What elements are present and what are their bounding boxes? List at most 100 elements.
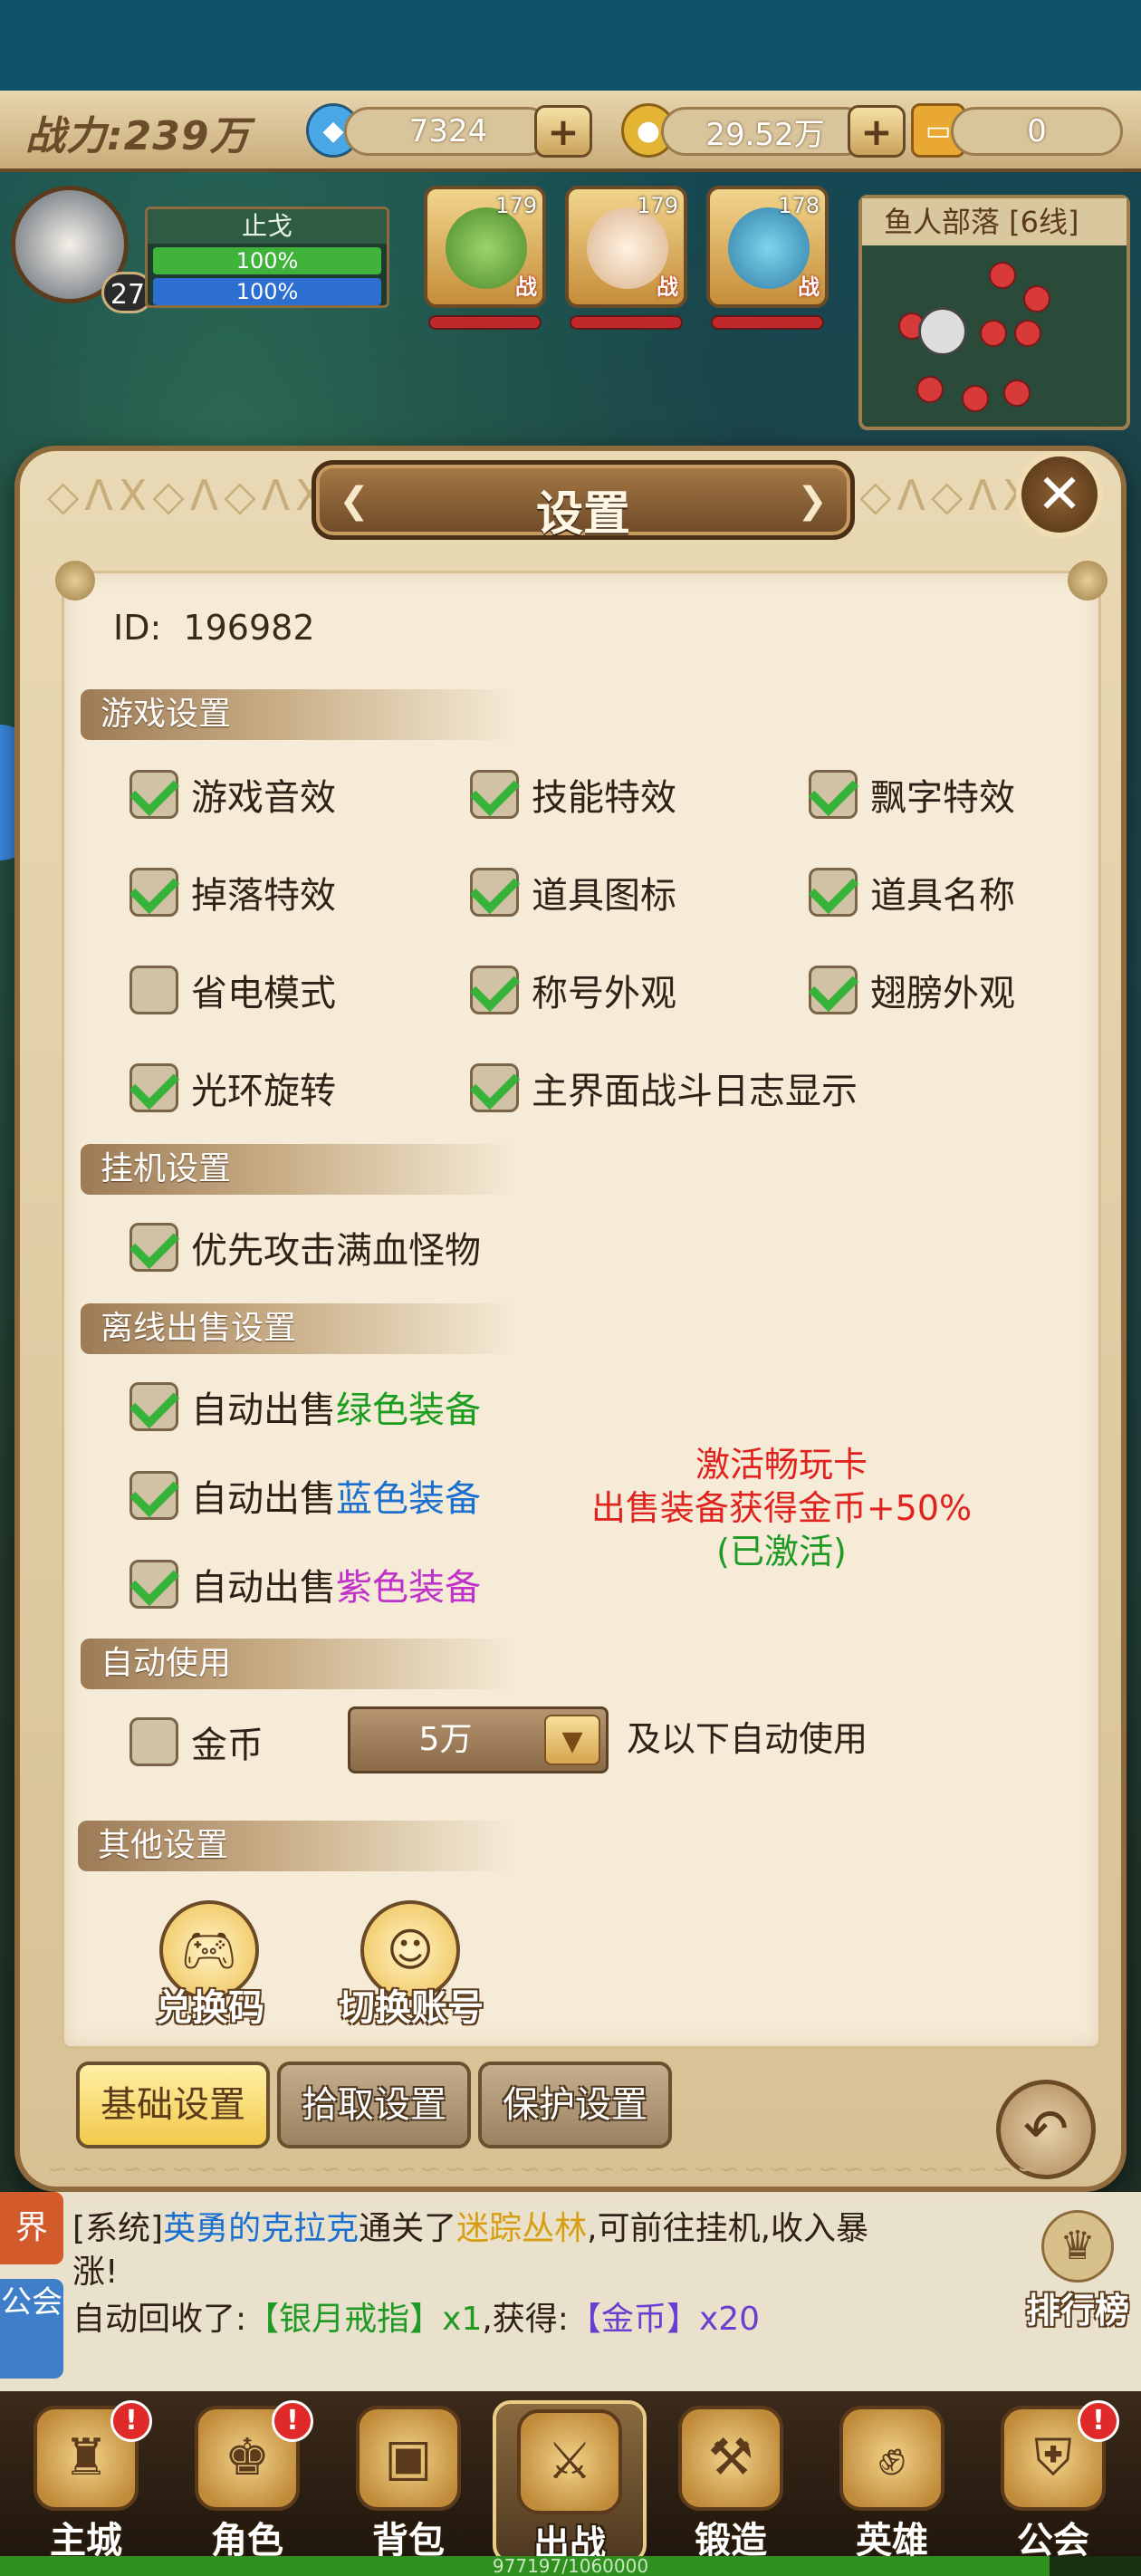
checkbox[interactable]	[129, 1063, 178, 1112]
leaderboard-button[interactable]: ♛ 排行榜	[1023, 2210, 1132, 2346]
option-drop-effect[interactable]: 掉落特效	[129, 865, 336, 919]
checkbox[interactable]	[129, 868, 178, 917]
option-sell-blue[interactable]: 自动出售蓝色装备	[129, 1468, 481, 1523]
option-label: 掉落特效	[191, 875, 336, 917]
hero-level: 178	[778, 193, 820, 218]
enemy-marker	[962, 385, 989, 412]
backpack-icon: ▣	[356, 2406, 461, 2511]
tab-protection-settings[interactable]: 保护设置	[478, 2062, 672, 2148]
id-value: 196982	[183, 608, 315, 648]
option-float-text-effect[interactable]: 飘字特效	[809, 767, 1015, 822]
promo-line-1: 激活畅玩卡	[695, 1445, 868, 1485]
chat-tab-world[interactable]: 界	[0, 2192, 63, 2264]
nav-guild[interactable]: ⛨ 公会 !	[976, 2400, 1130, 2563]
alert-badge: !	[1078, 2400, 1119, 2442]
option-label: 翅膀外观	[870, 973, 1015, 1014]
option-skill-effect[interactable]: 技能特效	[470, 767, 676, 822]
checkbox[interactable]	[470, 770, 519, 819]
hero-card-3[interactable]: 178 战	[706, 186, 829, 308]
return-arrow-icon: ↶	[1022, 2098, 1069, 2161]
option-halo-rotation[interactable]: 光环旋转	[129, 1061, 336, 1115]
gamepad-icon: 🎮︎	[180, 1923, 238, 1976]
chevron-down-icon[interactable]: ▼	[544, 1715, 600, 1765]
option-label: 主界面战斗日志显示	[532, 1071, 858, 1112]
checkbox[interactable]	[129, 1560, 178, 1609]
option-label: 自动出售绿色装备	[191, 1389, 481, 1431]
checkbox[interactable]	[470, 868, 519, 917]
gold-threshold-select[interactable]: 5万 ▼	[348, 1706, 609, 1773]
checkbox[interactable]	[129, 1382, 178, 1431]
chat-tab-guild[interactable]: 公会	[0, 2279, 63, 2379]
option-label: 游戏音效	[191, 777, 336, 819]
option-label: 自动出售紫色装备	[191, 1567, 481, 1609]
option-item-icon[interactable]: 道具图标	[470, 865, 676, 919]
tab-pickup-settings[interactable]: 拾取设置	[277, 2062, 471, 2148]
nav-character[interactable]: ♚ 角色 !	[170, 2400, 324, 2563]
checkbox[interactable]	[809, 966, 858, 1014]
tab-basic-settings[interactable]: 基础设置	[76, 2062, 270, 2148]
checkbox[interactable]	[129, 770, 178, 819]
close-button[interactable]: ✕	[1016, 451, 1103, 538]
nav-main-city[interactable]: ♜ 主城 !	[9, 2400, 163, 2563]
minimap[interactable]: 鱼人部落 [6线]	[858, 195, 1130, 430]
checkbox[interactable]	[809, 868, 858, 917]
player-name: 止戈	[148, 209, 387, 244]
checkbox[interactable]	[470, 966, 519, 1014]
hero-card-1[interactable]: 179 战	[424, 186, 546, 308]
dialog-title: 设置	[535, 487, 630, 542]
option-attack-full-hp[interactable]: 优先攻击满血怪物	[129, 1220, 481, 1274]
experience-text: 977197/1060000	[492, 2555, 649, 2576]
promo-line-2: 出售装备获得金币+50%	[590, 1488, 973, 1528]
pin-icon	[1068, 561, 1107, 601]
hero-hp-bar	[428, 315, 542, 330]
combat-power: 战力:239万	[25, 113, 251, 159]
option-battle-log[interactable]: 主界面战斗日志显示	[470, 1061, 858, 1115]
checkbox[interactable]	[129, 1717, 178, 1766]
option-power-saving[interactable]: 省电模式	[129, 963, 336, 1017]
nav-battle[interactable]: ⚔ 出战	[493, 2400, 647, 2565]
option-sell-green[interactable]: 自动出售绿色装备	[129, 1379, 481, 1434]
hp-text: 100%	[235, 248, 299, 274]
option-item-name[interactable]: 道具名称	[809, 865, 1015, 919]
option-label: 称号外观	[532, 973, 676, 1014]
chat-message-2: 自动回收了:【银月戒指】x1,获得:【金币】x20	[72, 2301, 761, 2338]
select-value: 5万	[418, 1721, 473, 1758]
hero-tag: 战	[798, 274, 820, 300]
crossed-swords-icon: ⚔	[517, 2409, 622, 2514]
auto-use-suffix: 及以下自动使用	[627, 1719, 868, 1759]
player-status-panel: 止戈 100% 100%	[145, 207, 389, 308]
checkbox[interactable]	[129, 1471, 178, 1520]
nav-backpack[interactable]: ▣ 背包	[331, 2400, 485, 2563]
option-auto-use-gold[interactable]: 金币	[129, 1715, 264, 1769]
player-marker	[918, 307, 967, 356]
mp-bar: 100%	[153, 278, 381, 305]
experience-bar: 977197/1060000	[0, 2556, 1141, 2576]
checkbox[interactable]	[129, 966, 178, 1014]
option-game-sound[interactable]: 游戏音效	[129, 767, 336, 822]
hero-level: 179	[495, 193, 537, 218]
chat-message-1: [系统]英勇的克拉克通关了迷踪丛林,可前往挂机,收入暴	[72, 2210, 869, 2247]
fist-icon: ✊︎	[839, 2406, 944, 2511]
checkbox[interactable]	[129, 1223, 178, 1272]
option-wing-appearance[interactable]: 翅膀外观	[809, 963, 1015, 1017]
checkbox[interactable]	[809, 770, 858, 819]
checkbox[interactable]	[470, 1063, 519, 1112]
option-label: 飘字特效	[870, 777, 1015, 819]
player-id: ID: 196982	[113, 608, 315, 648]
hero-tag: 战	[515, 274, 537, 300]
option-sell-purple[interactable]: 自动出售紫色装备	[129, 1557, 481, 1611]
option-label: 自动出售蓝色装备	[191, 1478, 481, 1520]
title-plate: ❮ 设置 ❯	[312, 460, 855, 542]
nav-heroes[interactable]: ✊︎ 英雄	[815, 2400, 969, 2563]
option-label: 光环旋转	[191, 1071, 336, 1112]
nav-forge[interactable]: ⚒ 锻造	[654, 2400, 808, 2563]
alert-badge: !	[272, 2400, 313, 2442]
add-diamond-button[interactable]: +	[534, 105, 592, 158]
switch-account-label: 切换账号	[339, 1987, 484, 2029]
chat-log: 界 公会 [系统]英勇的克拉克通关了迷踪丛林,可前往挂机,收入暴 涨! 自动回收…	[0, 2192, 1141, 2391]
add-gold-button[interactable]: +	[848, 105, 906, 158]
hero-card-2[interactable]: 179 战	[565, 186, 687, 308]
option-title-appearance[interactable]: 称号外观	[470, 963, 676, 1017]
redeem-code-label: 兑换码	[156, 1987, 264, 2029]
hero-hp-bar	[711, 315, 824, 330]
